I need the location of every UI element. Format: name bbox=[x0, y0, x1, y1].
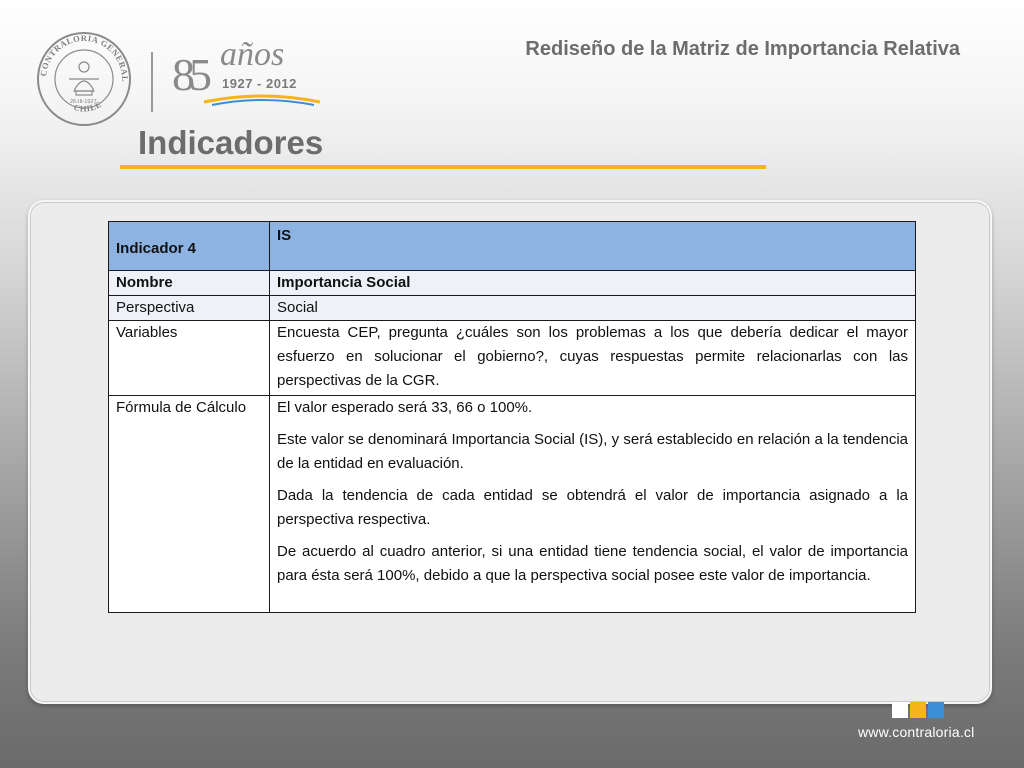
anniversary-years: 1927 - 2012 bbox=[222, 76, 297, 91]
presentation-header: Rediseño de la Matriz de Importancia Rel… bbox=[525, 38, 960, 60]
footer-square-blue bbox=[928, 702, 944, 718]
row-label-formula: Fórmula de Cálculo bbox=[108, 395, 270, 613]
footer-url-link[interactable]: www.contraloria.cl bbox=[858, 724, 974, 740]
footer-square-white bbox=[892, 702, 908, 718]
anniversary-swoosh-icon bbox=[203, 94, 321, 106]
title-underline bbox=[120, 165, 766, 169]
anniversary-logo: 85 años 1927 - 2012 bbox=[172, 36, 322, 112]
row-label-variables: Variables bbox=[108, 320, 270, 396]
table-row: Perspectiva Social bbox=[108, 295, 916, 321]
row-value-variables: Encuesta CEP, pregunta ¿cuáles son los p… bbox=[269, 320, 916, 396]
table-header-row: Indicador 4 IS bbox=[108, 221, 916, 271]
formula-paragraph: Este valor se denominará Importancia Soc… bbox=[277, 431, 908, 472]
table-row: Nombre Importancia Social bbox=[108, 270, 916, 296]
indicator-table: Indicador 4 IS Nombre Importancia Social… bbox=[108, 221, 916, 613]
footer-square-yellow bbox=[910, 702, 926, 718]
formula-paragraph: Dada la tendencia de cada entidad se obt… bbox=[277, 487, 908, 528]
row-value-formula: El valor esperado será 33, 66 o 100%. Es… bbox=[269, 395, 916, 613]
formula-paragraph: El valor esperado será 33, 66 o 100%. bbox=[277, 399, 533, 416]
svg-text:CONTRALORIA GENERAL DE LA REPU: CONTRALORIA GENERAL DE LA REPUBLICA bbox=[36, 31, 130, 82]
table-row: Fórmula de Cálculo El valor esperado ser… bbox=[108, 395, 916, 613]
row-label-nombre: Nombre bbox=[108, 270, 270, 296]
indicator-code-cell: IS bbox=[269, 221, 916, 271]
row-label-perspectiva: Perspectiva bbox=[108, 295, 270, 321]
seal-text: CONTRALORIA GENERAL DE LA REPUBLICA bbox=[36, 31, 129, 82]
indicator-label-cell: Indicador 4 bbox=[108, 221, 270, 271]
slide-title: Indicadores bbox=[138, 124, 324, 161]
logo-separator bbox=[151, 52, 153, 112]
contraloria-seal-logo: CONTRALORIA GENERAL DE LA REPUBLICA CHIL… bbox=[36, 31, 131, 126]
anniversary-number: 85 bbox=[172, 49, 212, 100]
formula-paragraph: De acuerdo al cuadro anterior, si una en… bbox=[277, 543, 908, 584]
anniversary-word: años bbox=[220, 36, 285, 73]
row-value-perspectiva: Social bbox=[269, 295, 916, 321]
seal-date: 26-III-1927 bbox=[70, 99, 97, 105]
table-row: Variables Encuesta CEP, pregunta ¿cuáles… bbox=[108, 320, 916, 396]
row-value-nombre: Importancia Social bbox=[269, 270, 916, 296]
